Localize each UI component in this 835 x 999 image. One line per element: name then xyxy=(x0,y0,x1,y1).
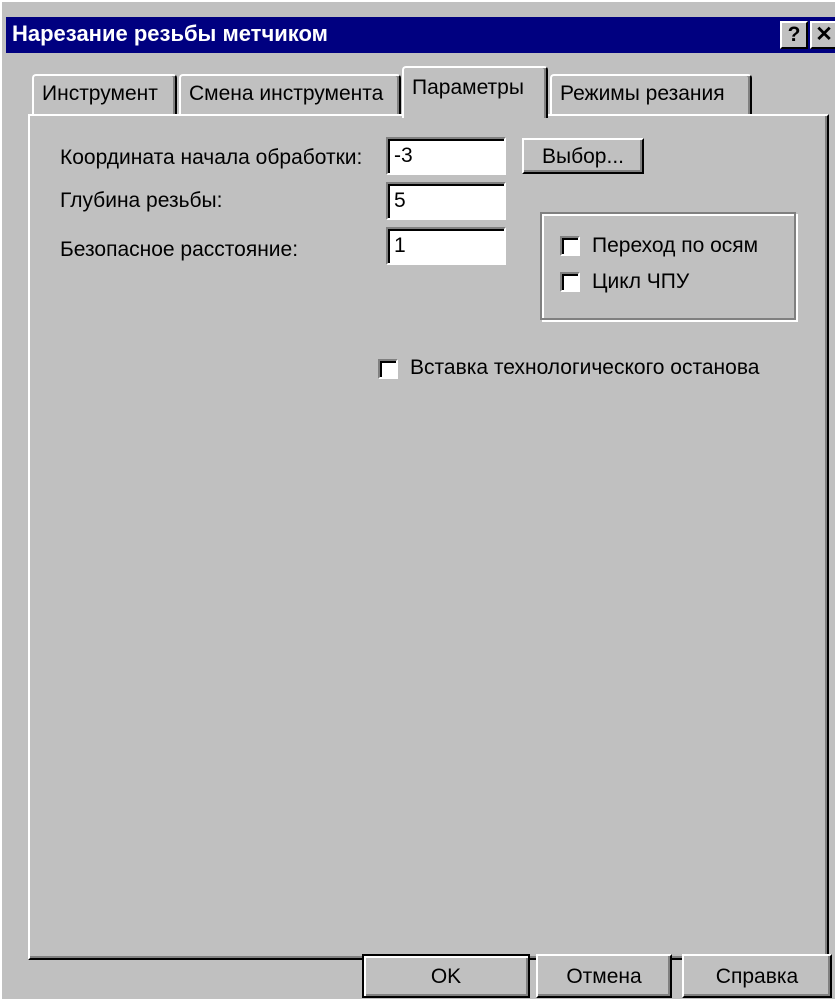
tab-label: Параметры xyxy=(412,76,524,99)
close-button[interactable]: ✕ xyxy=(810,21,835,49)
close-icon: ✕ xyxy=(815,23,833,46)
help-title-button[interactable]: ? xyxy=(780,21,808,49)
question-mark-icon: ? xyxy=(787,23,801,46)
title-bar[interactable]: Нарезание резьбы метчиком ? ✕ xyxy=(6,17,835,53)
help-button-label: Справка xyxy=(715,965,799,988)
axis-transition-label: Переход по осям xyxy=(592,234,759,257)
ok-button-label: OK xyxy=(430,965,462,988)
depth-input[interactable]: 5 xyxy=(386,182,506,220)
start-coord-label: Координата начала обработки: xyxy=(60,146,363,169)
select-button[interactable]: Выбор... xyxy=(522,138,644,174)
tab-label: Инструмент xyxy=(42,82,158,105)
options-groupbox xyxy=(540,212,796,320)
ok-button[interactable]: OK xyxy=(362,954,530,998)
start-coord-value: -3 xyxy=(394,144,413,167)
start-coord-input[interactable]: -3 xyxy=(386,137,506,175)
safe-distance-value: 1 xyxy=(394,234,406,257)
cancel-button[interactable]: Отмена xyxy=(536,954,672,998)
tab-instrument[interactable]: Инструмент xyxy=(32,74,177,114)
help-button[interactable]: Справка xyxy=(682,954,832,998)
select-button-label: Выбор... xyxy=(542,145,624,168)
tab-label: Смена инструмента xyxy=(189,82,384,105)
axis-transition-checkbox[interactable] xyxy=(560,236,580,256)
depth-label: Глубина резьбы: xyxy=(60,189,223,212)
tab-cutting-modes[interactable]: Режимы резания xyxy=(550,74,752,114)
tech-stop-checkbox[interactable] xyxy=(378,359,398,379)
tab-tool-change[interactable]: Смена инструмента xyxy=(179,74,401,114)
dialog-window: Нарезание резьбы метчиком ? ✕ Инструмент… xyxy=(0,0,835,999)
safe-distance-label: Безопасное расстояние: xyxy=(60,238,299,261)
cnc-cycle-label: Цикл ЧПУ xyxy=(592,270,690,293)
safe-distance-input[interactable]: 1 xyxy=(386,227,506,265)
cnc-cycle-checkbox[interactable] xyxy=(560,272,580,292)
tab-label: Режимы резания xyxy=(560,82,725,105)
cancel-button-label: Отмена xyxy=(566,965,642,988)
window-title: Нарезание резьбы метчиком xyxy=(12,21,328,46)
tech-stop-label: Вставка технологического останова xyxy=(410,356,760,379)
tab-parameters[interactable]: Параметры xyxy=(402,66,548,118)
depth-value: 5 xyxy=(394,189,406,212)
